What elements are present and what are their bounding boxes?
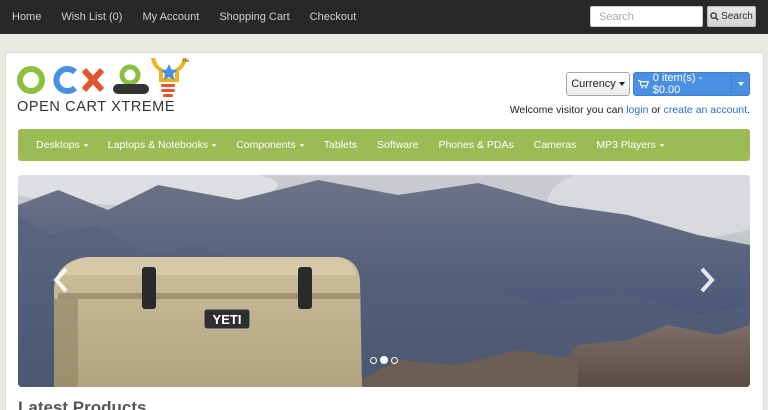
welcome-message: Welcome visitor you can login or create … — [510, 104, 750, 116]
menu-item-cameras[interactable]: Cameras — [534, 139, 577, 151]
welcome-prefix: Welcome visitor you can — [509, 104, 624, 116]
cart-summary[interactable]: 0 item(s) - $0.00 — [634, 72, 731, 96]
create-account-link[interactable]: create an account — [664, 104, 747, 116]
menu-item-tablets[interactable]: Tablets — [324, 139, 357, 151]
search-form: Search — [590, 6, 756, 27]
chevron-down-icon — [212, 143, 217, 147]
chevron-down-icon — [618, 82, 625, 86]
search-button-label: Search — [721, 11, 753, 22]
top-nav-links: Home Wish List (0) My Account Shopping C… — [12, 0, 376, 34]
slide-prev-arrow-icon[interactable] — [51, 267, 71, 293]
menu-item-software[interactable]: Software — [377, 139, 418, 151]
menu-item-label: Desktops — [36, 139, 80, 151]
chevron-down-icon — [659, 143, 664, 147]
menu-item-mp3-players[interactable]: MP3 Players — [596, 139, 664, 151]
latest-products-heading: Latest Products — [18, 398, 147, 410]
menu-item-laptops-notebooks[interactable]: Laptops & Notebooks — [107, 139, 217, 151]
menu-item-components[interactable]: Components — [236, 139, 304, 151]
banner-slideshow[interactable]: YETI — [18, 175, 750, 387]
search-input[interactable] — [590, 6, 703, 27]
nav-wishlist-link[interactable]: Wish List (0) — [61, 11, 122, 23]
shopping-cart-icon — [638, 79, 649, 89]
nav-my-account-link[interactable]: My Account — [142, 11, 199, 23]
logo-wordmark: OPEN CART XTREME — [17, 99, 176, 115]
menu-item-label: Phones & PDAs — [438, 139, 514, 151]
slide-dot-1[interactable] — [370, 356, 377, 364]
trademark-symbol: ™ — [182, 59, 189, 66]
cart-button[interactable]: 0 item(s) - $0.00 — [633, 72, 750, 96]
welcome-suffix: . — [747, 104, 750, 116]
top-navigation-bar: Home Wish List (0) My Account Shopping C… — [0, 0, 768, 34]
nav-checkout-link[interactable]: Checkout — [310, 11, 356, 23]
menu-item-label: Components — [236, 139, 296, 151]
menu-item-desktops[interactable]: Desktops — [36, 139, 88, 151]
menu-item-phones-pdas[interactable]: Phones & PDAs — [438, 139, 513, 151]
magnifier-icon — [710, 12, 719, 21]
slide-next-arrow-icon[interactable] — [697, 267, 717, 293]
search-button[interactable]: Search — [707, 6, 756, 27]
menu-item-label: Laptops & Notebooks — [107, 139, 209, 151]
slide-pagination — [370, 356, 398, 364]
menu-item-label: MP3 Players — [596, 139, 656, 151]
currency-dropdown-button[interactable]: Currency — [566, 72, 630, 96]
menu-item-label: Cameras — [533, 139, 577, 151]
currency-label: Currency — [571, 78, 616, 90]
slide-dot-3[interactable] — [391, 356, 398, 364]
welcome-or: or — [651, 104, 661, 116]
cart-total-label: 0 item(s) - $0.00 — [652, 72, 703, 96]
yeti-badge-text: YETI — [213, 312, 242, 327]
category-menu: Desktops Laptops & Notebooks Components … — [18, 129, 750, 161]
cart-dropdown-toggle[interactable] — [731, 73, 749, 95]
nav-shopping-cart-link[interactable]: Shopping Cart — [219, 11, 289, 23]
chevron-down-icon — [299, 143, 304, 147]
menu-item-label: Software — [377, 139, 419, 151]
nav-home-link[interactable]: Home — [12, 11, 41, 23]
login-link[interactable]: login — [626, 104, 648, 116]
chevron-down-icon — [737, 82, 744, 86]
chevron-down-icon — [83, 143, 88, 147]
menu-item-label: Tablets — [323, 139, 358, 151]
slide-dot-2[interactable] — [380, 356, 388, 364]
